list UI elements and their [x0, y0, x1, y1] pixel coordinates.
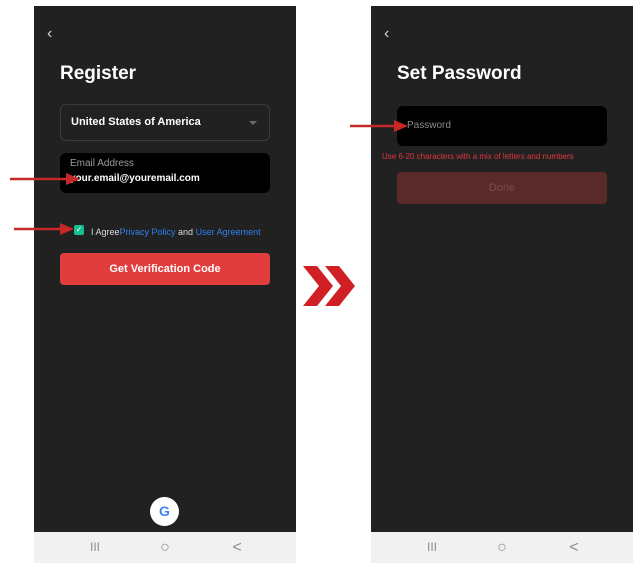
- google-glyph: G: [159, 503, 170, 519]
- country-value: United States of America: [71, 116, 201, 128]
- email-field[interactable]: Email Address your.email@youremail.com: [60, 153, 270, 193]
- recents-button[interactable]: III: [80, 532, 110, 563]
- email-value: your.email@youremail.com: [70, 173, 200, 184]
- back-chevron-icon[interactable]: ‹: [384, 25, 389, 43]
- back-chevron-icon[interactable]: ‹: [47, 25, 52, 43]
- email-label: Email Address: [70, 158, 134, 169]
- country-select[interactable]: United States of America: [60, 104, 270, 141]
- home-button[interactable]: ○: [487, 532, 517, 563]
- password-field[interactable]: Password: [397, 106, 607, 146]
- password-placeholder: Password: [407, 120, 451, 131]
- android-nav-bar: III ○ <: [371, 532, 633, 563]
- dropdown-caret-icon: [249, 121, 257, 125]
- annotation-arrow-icon: [10, 173, 80, 185]
- register-screen: ‹ Register United States of America Emai…: [34, 6, 296, 563]
- privacy-policy-link[interactable]: Privacy Policy: [120, 227, 176, 237]
- user-agreement-link[interactable]: User Agreement: [196, 227, 261, 237]
- page-title: Set Password: [397, 63, 522, 84]
- page-title: Register: [60, 63, 137, 84]
- and-text: and: [175, 227, 196, 237]
- home-button[interactable]: ○: [150, 532, 180, 563]
- recents-button[interactable]: III: [417, 532, 447, 563]
- password-hint: Use 6-20 characters with a mix of letter…: [382, 152, 574, 161]
- agreement-text: I AgreePrivacy Policy and User Agreement: [91, 227, 261, 237]
- get-verification-code-button[interactable]: Get Verification Code: [60, 253, 270, 285]
- android-nav-bar: III ○ <: [34, 532, 296, 563]
- nav-back-button[interactable]: <: [559, 532, 589, 563]
- annotation-arrow-icon: [350, 120, 408, 132]
- nav-back-button[interactable]: <: [222, 532, 252, 563]
- google-logo-icon[interactable]: G: [150, 497, 179, 526]
- agreement-row: ✓ I AgreePrivacy Policy and User Agreeme…: [74, 224, 296, 240]
- agree-prefix: I Agree: [91, 227, 120, 237]
- done-button[interactable]: Done: [397, 172, 607, 204]
- set-password-screen: ‹ Set Password Password Use 6-20 charact…: [371, 6, 633, 563]
- annotation-arrow-icon: [14, 223, 74, 235]
- next-step-chevrons-icon: [303, 266, 355, 306]
- checkbox-check-icon: ✓: [75, 225, 83, 234]
